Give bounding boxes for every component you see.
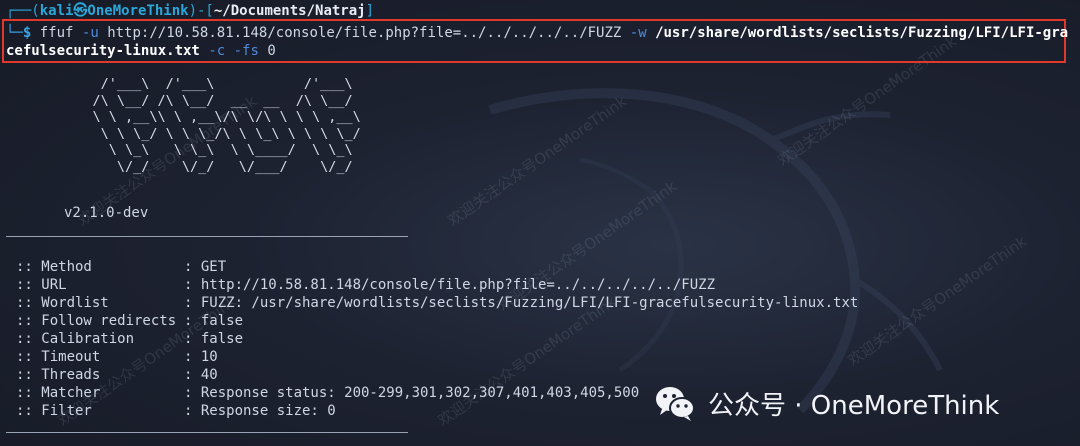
config-key: :: Filter xyxy=(16,403,92,419)
ffuf-ascii-banner: /'___\ /'___\ /'___\ /\ \__/ /\ \__/ __ … xyxy=(92,76,361,175)
prompt-user-host: kali㉿OneMoreThink xyxy=(39,3,189,19)
command-flag-w: -w xyxy=(629,25,647,41)
config-key: :: Calibration xyxy=(16,331,135,347)
wechat-brand-watermark: 公众号 · OneMoreThink xyxy=(654,383,999,423)
config-row: :: Filter : Response size: 0 xyxy=(16,402,336,420)
terminal-window[interactable]: 欢迎关注公众号OneMoreThink 欢迎关注公众号OneMoreThink … xyxy=(0,0,1080,446)
command-line-wrap[interactable]: cefulsecurity-linux.txt -c -fs 0 xyxy=(6,42,276,60)
config-key: :: Method xyxy=(16,259,92,275)
config-value: : http://10.58.81.148/console/file.php?f… xyxy=(184,277,716,293)
config-key: :: Matcher xyxy=(16,385,101,401)
config-value: : 10 xyxy=(184,349,218,365)
config-row: :: Wordlist : FUZZ: /usr/share/wordlists/… xyxy=(16,294,858,312)
wechat-icon xyxy=(656,387,695,421)
config-key: :: URL xyxy=(16,277,67,293)
prompt-cwd: ~/Documents/Natraj xyxy=(213,3,366,19)
config-row: :: Matcher : Response status: 200-299,301… xyxy=(16,384,639,402)
command-tool: ffuf xyxy=(39,25,74,41)
config-value: : Response status: 200-299,301,302,307,4… xyxy=(184,385,640,401)
config-row: :: Threads : 40 xyxy=(16,366,218,384)
config-key: :: Threads xyxy=(16,367,101,383)
config-row: :: Method : GET xyxy=(16,258,226,276)
prompt-corner-bottom: └─ xyxy=(6,25,23,41)
command-line[interactable]: └─$ ffuf -u http://10.58.81.148/console/… xyxy=(6,24,1068,42)
config-key: :: Timeout xyxy=(16,349,101,365)
ffuf-version: v2.1.0-dev xyxy=(64,205,149,221)
prompt-separator: )-[ xyxy=(188,3,214,19)
config-value: : 40 xyxy=(184,367,218,383)
wechat-brand-text: 公众号 · OneMoreThink xyxy=(708,390,1000,421)
config-row: :: Timeout : 10 xyxy=(16,348,218,366)
divider xyxy=(6,236,408,237)
config-key: :: Wordlist xyxy=(16,295,109,311)
divider xyxy=(6,432,408,433)
command-wordlist-cont: cefulsecurity-linux.txt xyxy=(6,43,200,59)
command-flag-u: -u xyxy=(81,25,99,41)
config-value: : GET xyxy=(184,259,227,275)
config-value: : Response size: 0 xyxy=(184,403,336,419)
config-row: :: Calibration : false xyxy=(16,330,243,348)
kali-dragon-logo xyxy=(488,88,943,414)
prompt-bracket: ] xyxy=(365,3,375,19)
command-wordlist: /usr/share/wordlists/seclists/Fuzzing/LF… xyxy=(655,25,1069,41)
command-url: http://10.58.81.148/console/file.php?fil… xyxy=(107,25,622,41)
config-value: : false xyxy=(184,331,244,347)
command-fs-value: 0 xyxy=(267,43,276,59)
config-key: :: Follow redirects xyxy=(16,313,177,329)
config-value: : false xyxy=(184,313,244,329)
command-flag-c: -c xyxy=(208,43,226,59)
prompt-dollar: $ xyxy=(22,25,32,41)
config-row: :: URL : http://10.58.81.148/console/file… xyxy=(16,276,715,294)
command-flag-fs: -fs xyxy=(233,43,259,59)
config-value: : FUZZ: /usr/share/wordlists/seclists/Fu… xyxy=(184,295,859,311)
prompt-corner: ┌──( xyxy=(6,3,40,19)
config-row: :: Follow redirects : false xyxy=(16,312,243,330)
shell-prompt-header: ┌──(kali㉿OneMoreThink)-[~/Documents/Natr… xyxy=(6,2,374,20)
